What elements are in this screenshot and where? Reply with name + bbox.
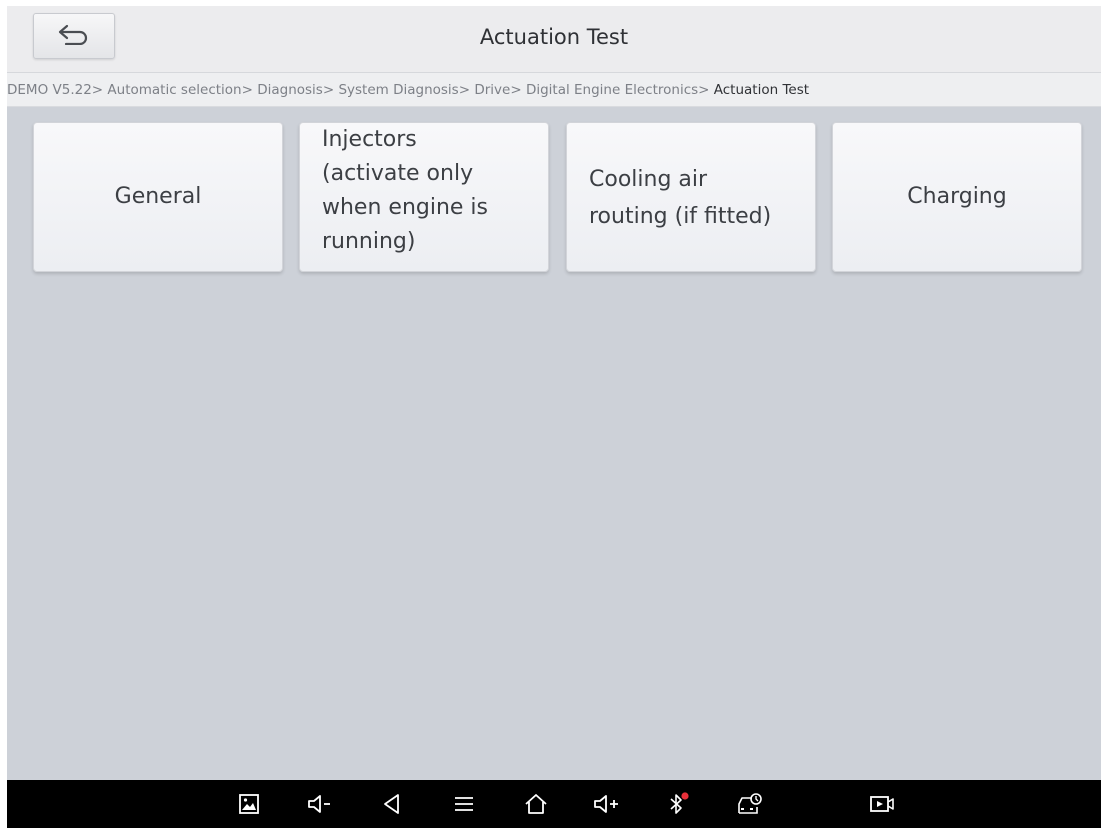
title-bar: Actuation Test: [7, 6, 1101, 73]
app-window: Actuation Test DEMO V5.22> Automatic sel…: [7, 6, 1101, 780]
breadcrumb-item-diagnosis[interactable]: Diagnosis: [257, 82, 323, 98]
breadcrumb-separator: >: [510, 82, 522, 98]
volume-down-icon[interactable]: [304, 788, 336, 820]
bluetooth-icon[interactable]: [662, 788, 694, 820]
menu-icon[interactable]: [448, 788, 480, 820]
breadcrumb-separator: >: [241, 82, 253, 98]
breadcrumb-separator: >: [91, 82, 104, 98]
breadcrumb-item-system-diagnosis[interactable]: System Diagnosis: [338, 82, 458, 98]
tile-general[interactable]: General: [33, 122, 283, 272]
tile-label-line: running): [322, 229, 416, 254]
breadcrumb-item-digital-engine-electronics[interactable]: Digital Engine Electronics: [526, 82, 698, 98]
breadcrumb-item-automatic-selection[interactable]: Automatic selection: [107, 82, 241, 98]
screenshot-icon[interactable]: [233, 788, 265, 820]
breadcrumb-item-demo[interactable]: DEMO V5.22: [7, 82, 92, 98]
tile-label-line: (activate only: [322, 161, 474, 186]
android-navigation-bar: [7, 780, 1101, 828]
breadcrumb-separator: >: [458, 82, 471, 98]
page-title: Actuation Test: [479, 25, 629, 49]
tile-label-line: Cooling air: [589, 167, 708, 192]
device-screen: Actuation Test DEMO V5.22> Automatic sel…: [0, 0, 1108, 828]
breadcrumb-item-drive[interactable]: Drive: [474, 82, 510, 98]
vci-icon[interactable]: [734, 788, 766, 820]
tile-label: General: [114, 184, 202, 209]
tile-injectors[interactable]: Injectors (activate only when engine is …: [299, 122, 549, 272]
home-icon[interactable]: [520, 788, 552, 820]
breadcrumb: DEMO V5.22> Automatic selection> Diagnos…: [7, 73, 1101, 107]
volume-up-icon[interactable]: [591, 788, 623, 820]
breadcrumb-separator: >: [322, 82, 335, 98]
breadcrumb-item-current: Actuation Test: [713, 82, 810, 98]
back-arrow-icon: [56, 23, 92, 49]
back-icon[interactable]: [376, 788, 408, 820]
screen-record-icon[interactable]: [866, 788, 898, 820]
tile-label-line: Injectors: [322, 127, 417, 152]
tile-cooling-air-routing[interactable]: Cooling air routing (if fitted): [566, 122, 816, 272]
function-tiles: General Injectors (activate only when en…: [33, 122, 1082, 272]
back-button[interactable]: [33, 13, 115, 59]
tile-charging[interactable]: Charging: [832, 122, 1082, 272]
tile-label-line: routing (if fitted): [589, 204, 772, 229]
tile-label: Charging: [907, 184, 1007, 209]
tile-label-line: when engine is: [322, 195, 489, 220]
breadcrumb-separator: >: [698, 82, 710, 98]
